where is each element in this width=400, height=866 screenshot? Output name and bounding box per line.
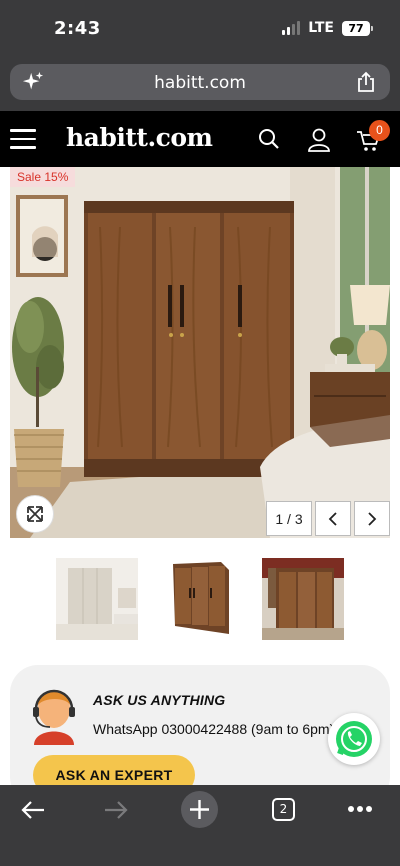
help-title: ASK US ANYTHING — [93, 692, 226, 708]
browser-toolbar: 2 — [0, 785, 400, 866]
url-text[interactable]: habitt.com — [10, 73, 390, 93]
user-icon[interactable] — [306, 127, 332, 153]
thumbnail-image — [262, 558, 344, 640]
next-image-button[interactable] — [354, 501, 390, 536]
network-label: LTE — [308, 20, 334, 36]
thumbnail-3[interactable] — [262, 558, 344, 640]
menu-icon[interactable] — [10, 129, 36, 149]
status-indicators: LTE 77 — [282, 20, 373, 36]
help-card: ASK US ANYTHING WhatsApp 03000422488 (9a… — [10, 665, 390, 785]
sale-badge: Sale 15% — [10, 167, 76, 187]
tabs-button[interactable]: 2 — [272, 798, 295, 821]
gallery-pager: 1 / 3 — [266, 501, 390, 536]
thumbnail-1[interactable] — [56, 558, 138, 640]
new-tab-button[interactable] — [181, 791, 218, 828]
thumbnail-image — [159, 558, 241, 640]
search-icon[interactable] — [257, 127, 281, 151]
whatsapp-icon — [336, 721, 372, 757]
plus-icon — [190, 800, 209, 819]
status-bar: 2:43 LTE 77 — [0, 0, 400, 58]
status-time: 2:43 — [54, 18, 101, 39]
expand-icon — [27, 506, 43, 522]
wardrobe-photo — [10, 167, 390, 538]
thumbnail-strip — [0, 558, 400, 640]
site-logo[interactable]: habitt.com — [66, 123, 213, 152]
thumbnail-2[interactable] — [159, 558, 241, 640]
address-bar[interactable]: habitt.com — [10, 64, 390, 100]
whatsapp-button[interactable] — [328, 713, 380, 765]
signal-icon — [282, 21, 301, 35]
site-header: habitt.com 0 — [0, 111, 400, 167]
chevron-left-icon — [328, 511, 337, 526]
product-image[interactable]: Sale 15% 1 / 3 — [10, 167, 390, 538]
chevron-right-icon — [368, 511, 377, 526]
back-arrow-icon[interactable] — [20, 799, 46, 821]
support-agent-icon — [33, 689, 75, 745]
whatsapp-hours-text: WhatsApp 03000422488 (9am to 6pm) — [93, 721, 335, 737]
cart-count-badge[interactable]: 0 — [369, 120, 390, 141]
more-options-icon[interactable] — [347, 805, 373, 813]
ask-expert-button[interactable]: ASK AN EXPERT — [33, 755, 195, 785]
thumbnail-image — [56, 558, 138, 640]
forward-arrow-icon[interactable] — [103, 799, 129, 821]
page-content: Sale 15% 1 / 3 ASK US ANYTHING WhatsApp … — [0, 167, 400, 785]
share-icon[interactable] — [356, 71, 376, 93]
fullscreen-button[interactable] — [16, 495, 54, 533]
image-counter: 1 / 3 — [266, 501, 312, 536]
previous-image-button[interactable] — [315, 501, 351, 536]
battery-icon: 77 — [342, 20, 373, 36]
